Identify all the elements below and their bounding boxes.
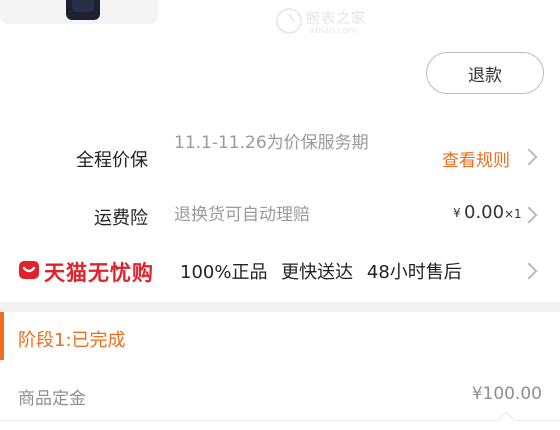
insurance-currency: ¥ bbox=[453, 206, 461, 220]
tmall-features: 100%正品 更快送达 48小时售后 bbox=[180, 262, 462, 283]
refund-button[interactable]: 退款 bbox=[426, 52, 544, 94]
insurance-quantity: ×1 bbox=[504, 207, 522, 221]
stage-status: 阶段1:已完成 bbox=[18, 330, 126, 351]
price-protection-label: 全程价保 bbox=[76, 150, 148, 171]
insurance-price: 0.00 bbox=[464, 202, 505, 223]
shipping-insurance-label: 运费险 bbox=[94, 208, 148, 229]
tmall-brand-label: 天猫无忧购 bbox=[44, 261, 154, 285]
watermark-text: 腕表之家 bbox=[306, 11, 366, 27]
deposit-amount: ¥100.00 bbox=[471, 384, 542, 404]
deposit-label: 商品定金 bbox=[18, 389, 86, 409]
product-thumbnail[interactable] bbox=[0, 0, 158, 24]
view-rules-link[interactable]: 查看规则 bbox=[442, 146, 510, 171]
stage-accent-bar bbox=[0, 312, 4, 360]
tmall-logo-icon bbox=[19, 261, 39, 279]
watch-image bbox=[66, 0, 100, 20]
price-protection-desc: 11.1-11.26为价保服务期 bbox=[174, 133, 369, 153]
watermark: 腕表之家 xbiao.com bbox=[276, 6, 396, 38]
watermark-logo-icon bbox=[276, 8, 302, 34]
watermark-url: xbiao.com bbox=[310, 26, 357, 36]
shipping-insurance-desc: 退换货可自动理赔 bbox=[174, 205, 310, 225]
divider bbox=[0, 420, 560, 421]
